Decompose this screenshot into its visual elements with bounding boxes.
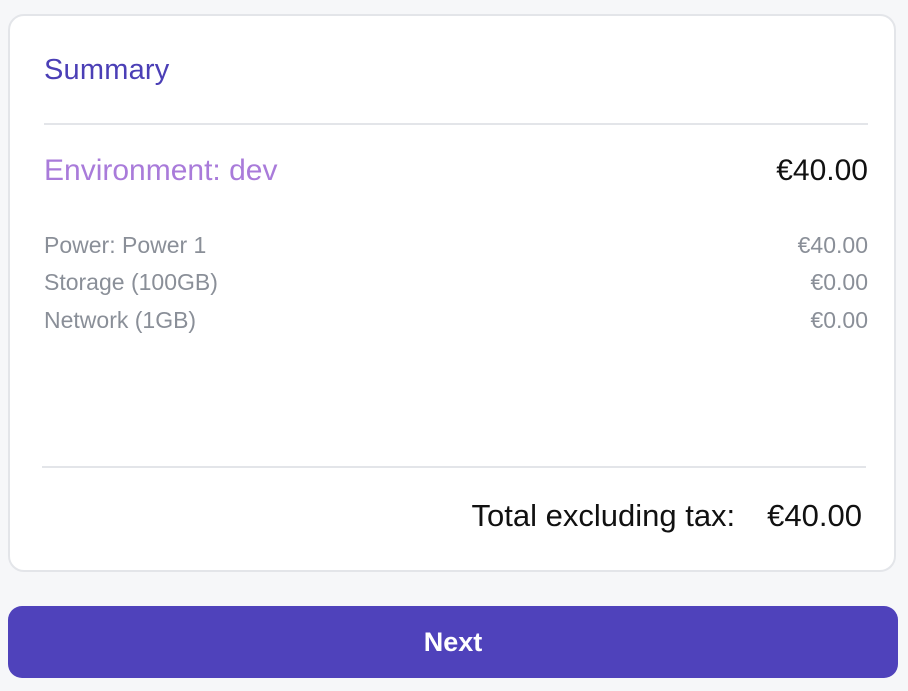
total-value: €40.00 (767, 498, 862, 533)
line-item-storage: Storage (100GB) €0.00 (44, 269, 868, 299)
environment-price: €40.00 (776, 154, 868, 187)
line-item-price: €0.00 (810, 307, 868, 333)
header-divider (44, 123, 868, 125)
total-label: Total excluding tax: (471, 498, 736, 533)
line-item-price: €0.00 (810, 269, 868, 295)
line-item-price: €40.00 (797, 232, 868, 258)
line-item-name: Storage (100GB) (44, 269, 218, 295)
line-item-name: Network (1GB) (44, 307, 197, 333)
environment-row: Environment: dev €40.00 (44, 154, 868, 194)
total-row: Total excluding tax: €40.00 (472, 496, 862, 536)
summary-title: Summary (44, 54, 170, 86)
line-item-name: Power: Power 1 (44, 232, 207, 258)
line-item-power: Power: Power 1 €40.00 (44, 232, 868, 262)
next-button[interactable]: Next (8, 606, 898, 678)
line-item-network: Network (1GB) €0.00 (44, 307, 868, 337)
environment-label: Environment: dev (44, 154, 278, 187)
total-divider (42, 466, 866, 468)
summary-card: Summary Environment: dev €40.00 Power: P… (8, 14, 896, 572)
